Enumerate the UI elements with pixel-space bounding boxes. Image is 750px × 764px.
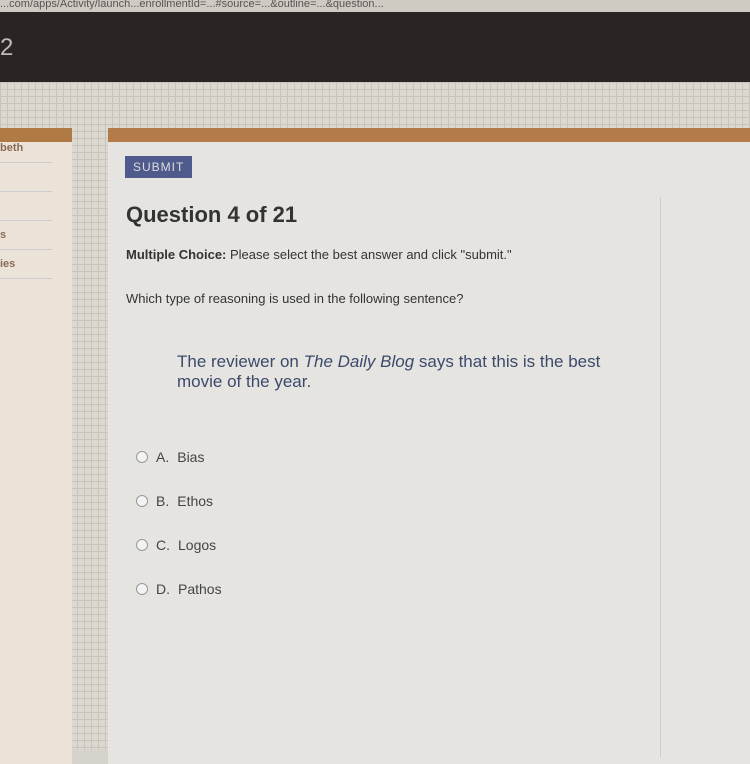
option-letter: B. bbox=[156, 493, 170, 509]
submit-button[interactable]: SUBMIT bbox=[125, 156, 193, 178]
sidebar-item[interactable]: ies bbox=[0, 258, 52, 279]
radio-icon[interactable] bbox=[136, 539, 148, 551]
option-text: Bias bbox=[177, 449, 205, 465]
sidebar-item[interactable] bbox=[0, 171, 52, 192]
option-letter: C. bbox=[156, 537, 170, 553]
instruction-text: Please select the best answer and click … bbox=[226, 247, 512, 262]
passage-text: The reviewer on bbox=[177, 352, 304, 371]
question-prompt: Which type of reasoning is used in the f… bbox=[126, 291, 464, 306]
passage-source: The Daily Blog bbox=[303, 352, 415, 371]
option-text: Logos bbox=[178, 537, 217, 553]
sidebar-item[interactable] bbox=[0, 200, 52, 221]
instructions: Multiple Choice: Please select the best … bbox=[126, 247, 512, 262]
sidebar: beth s ies bbox=[0, 128, 72, 764]
divider bbox=[660, 197, 661, 757]
sidebar-item[interactable]: beth bbox=[0, 142, 52, 163]
app-header: 2 bbox=[0, 12, 750, 82]
radio-icon[interactable] bbox=[136, 451, 148, 463]
sidebar-item[interactable]: s bbox=[0, 229, 52, 250]
browser-url[interactable]: ...com/apps/Activity/launch...enrollment… bbox=[0, 0, 750, 12]
option-a[interactable]: A. Bias bbox=[136, 449, 204, 465]
header-title: 2 bbox=[0, 34, 14, 61]
option-d[interactable]: D. Pathos bbox=[136, 581, 222, 597]
radio-icon[interactable] bbox=[136, 495, 148, 507]
option-b[interactable]: B. Ethos bbox=[136, 493, 213, 509]
option-letter: D. bbox=[156, 581, 170, 597]
question-panel: SUBMIT Question 4 of 21 Multiple Choice:… bbox=[108, 128, 750, 764]
question-type: Multiple Choice: bbox=[126, 247, 227, 262]
option-text: Pathos bbox=[178, 581, 222, 597]
option-c[interactable]: C. Logos bbox=[136, 537, 216, 553]
question-title: Question 4 of 21 bbox=[126, 202, 298, 227]
radio-icon[interactable] bbox=[136, 583, 148, 595]
option-letter: A. bbox=[156, 449, 170, 465]
option-text: Ethos bbox=[177, 493, 214, 509]
passage: The reviewer on The Daily Blog says that… bbox=[177, 352, 607, 392]
